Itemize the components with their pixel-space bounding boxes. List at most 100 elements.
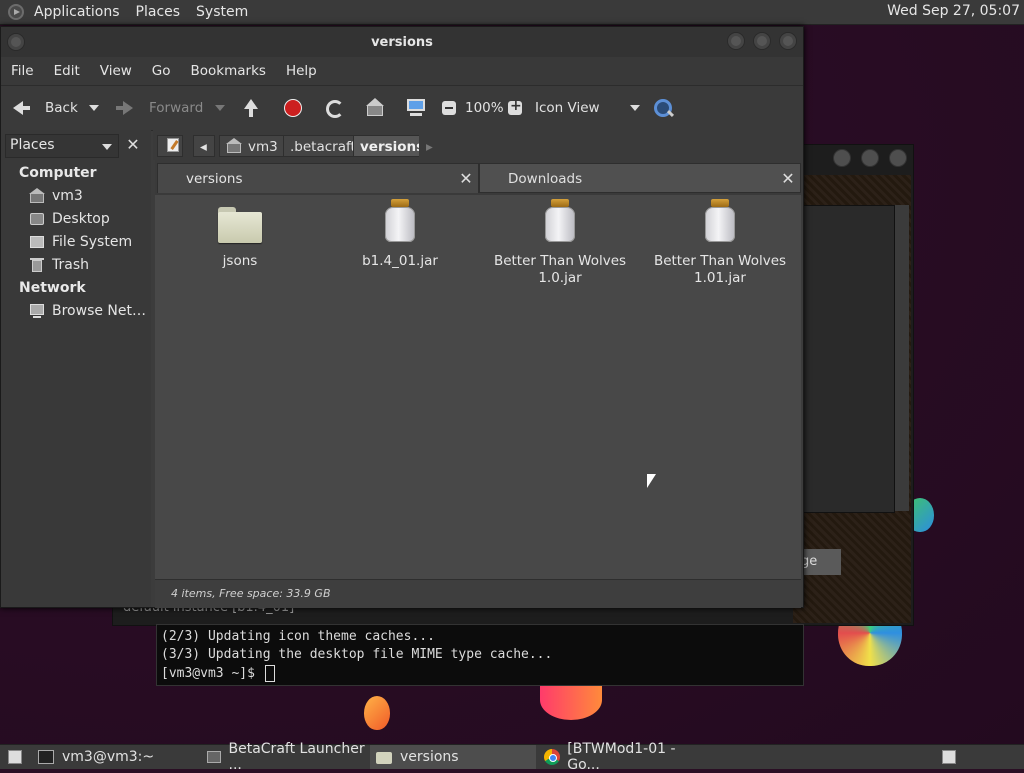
tab-downloads[interactable]: Downloads ✕: [479, 163, 801, 193]
panel-menu-places[interactable]: Places: [128, 4, 189, 20]
back-history-dropdown[interactable]: [89, 86, 99, 130]
workspace-icon: [940, 749, 956, 765]
file-name: b1.4_01.jar: [362, 253, 438, 269]
back-label: Back: [45, 100, 78, 116]
close-button[interactable]: [889, 149, 908, 167]
top-panel: Applications Places System Wed Sep 27, 0…: [0, 0, 1024, 25]
menu-bookmarks[interactable]: Bookmarks: [181, 63, 276, 79]
jar-icon: [704, 199, 736, 243]
sidebar-item-label: File System: [52, 234, 133, 250]
search-button[interactable]: [653, 86, 673, 130]
jar-icon: [544, 199, 576, 243]
sidebar-close-button[interactable]: ✕: [123, 135, 143, 155]
maximize-button[interactable]: [753, 32, 771, 50]
file-name: jsons: [222, 253, 258, 269]
back-button[interactable]: Back: [11, 86, 78, 130]
sidebar-item-label: Trash: [52, 257, 89, 273]
forward-history-dropdown[interactable]: [215, 86, 225, 130]
minimize-button[interactable]: [727, 32, 745, 50]
changelog-scrollbar[interactable]: [895, 205, 909, 511]
view-mode-select[interactable]: Icon View: [535, 86, 640, 130]
sidebar-item-browse-network[interactable]: Browse Net…: [29, 303, 146, 319]
jar-icon: [384, 199, 416, 243]
terminal-prompt[interactable]: [vm3@vm3 ~]$: [161, 665, 275, 682]
file-item-jar[interactable]: Better Than Wolves 1.0.jar: [485, 199, 635, 287]
prompt-text: [vm3@vm3 ~]$: [161, 666, 263, 681]
breadcrumb-vm3[interactable]: vm3: [219, 135, 285, 157]
taskbar-label: versions: [400, 749, 459, 765]
folder-icon: [218, 207, 262, 243]
menu-edit[interactable]: Edit: [44, 63, 90, 79]
stop-button[interactable]: [283, 86, 303, 130]
panel-clock[interactable]: Wed Sep 27, 05:07: [887, 3, 1020, 19]
file-item-jar[interactable]: Better Than Wolves 1.01.jar: [645, 199, 795, 287]
taskbar-label: vm3@vm3:~: [62, 749, 155, 765]
menu-file[interactable]: File: [1, 63, 44, 79]
up-button[interactable]: [241, 86, 261, 130]
file-manager-window: versions File Edit View Go Bookmarks Hel…: [0, 26, 804, 608]
up-arrow-icon: [241, 98, 261, 118]
betacraft-icon: [206, 749, 221, 765]
text-cursor: [264, 665, 275, 682]
status-text: 4 items, Free space: 33.9 GB: [171, 587, 331, 600]
minimize-button[interactable]: [833, 149, 851, 167]
maximize-button[interactable]: [861, 149, 880, 167]
sidebar-item-desktop[interactable]: Desktop: [29, 211, 110, 227]
launcher-button[interactable]: ge: [801, 549, 841, 575]
sidebar-item-vm3[interactable]: vm3: [29, 188, 83, 204]
breadcrumb-label: vm3: [248, 139, 278, 155]
menu-view[interactable]: View: [90, 63, 142, 79]
sidebar-section-computer: Computer: [19, 165, 97, 181]
taskbar-item-chrome[interactable]: [BTWMod1-01 - Go...: [538, 741, 706, 773]
file-item-folder[interactable]: jsons: [165, 207, 315, 270]
zoom-in-button[interactable]: [505, 86, 525, 130]
file-view[interactable]: jsons b1.4_01.jar Better Than Wolves 1.0…: [155, 195, 801, 579]
show-desktop-button[interactable]: [0, 745, 30, 769]
sidebar-item-trash[interactable]: Trash: [29, 257, 89, 273]
distro-logo-icon[interactable]: [8, 4, 24, 20]
workspace-switcher[interactable]: [934, 745, 960, 769]
taskbar-item-terminal[interactable]: vm3@vm3:~: [32, 745, 198, 769]
zoom-out-button[interactable]: [439, 86, 459, 130]
breadcrumb-betacraft[interactable]: .betacraft: [283, 135, 363, 157]
panel-menu-applications[interactable]: Applications: [26, 4, 128, 20]
breadcrumb-scroll-left[interactable]: ◂: [193, 135, 215, 157]
home-button[interactable]: [365, 86, 385, 130]
panel-menu-system[interactable]: System: [188, 4, 256, 20]
taskbar-item-betacraft[interactable]: BetaCraft Launcher ...: [200, 741, 368, 773]
close-button[interactable]: [779, 32, 797, 50]
title-bar[interactable]: versions: [1, 27, 803, 57]
terminal-window[interactable]: (2/3) Updating icon theme caches... (3/3…: [156, 624, 804, 686]
folder-icon: [376, 749, 392, 765]
forward-button[interactable]: Forward: [115, 86, 203, 130]
network-icon: [29, 303, 45, 319]
menu-go[interactable]: Go: [142, 63, 181, 79]
toggle-location-entry-button[interactable]: [157, 135, 183, 157]
menu-bar: File Edit View Go Bookmarks Help: [1, 57, 803, 85]
forward-label: Forward: [149, 100, 204, 116]
terminal-line: (2/3) Updating icon theme caches...: [161, 629, 435, 644]
zoom-level[interactable]: 100%: [465, 86, 504, 130]
balloon-decoration: [540, 680, 602, 720]
chevron-down-icon: [102, 144, 112, 150]
reload-button[interactable]: [324, 86, 344, 130]
forward-arrow-icon: [115, 98, 135, 118]
menu-help[interactable]: Help: [276, 63, 327, 79]
computer-button[interactable]: [406, 86, 426, 130]
tab-close-button[interactable]: ✕: [456, 169, 476, 189]
file-item-jar[interactable]: b1.4_01.jar: [325, 199, 475, 270]
sidebar: Places ✕ Computer vm3 Desktop File Syste…: [1, 130, 151, 607]
tab-label: Downloads: [508, 171, 583, 187]
terminal-line: (3/3) Updating the desktop file MIME typ…: [161, 647, 553, 662]
breadcrumb-scroll-right[interactable]: ▸: [419, 135, 437, 157]
tab-versions[interactable]: versions ✕: [157, 163, 479, 193]
computer-icon: [406, 98, 426, 118]
sidebar-item-filesystem[interactable]: File System: [29, 234, 132, 250]
sidebar-item-label: Desktop: [52, 211, 110, 227]
taskbar-label: BetaCraft Launcher ...: [228, 741, 365, 773]
sidebar-places-select[interactable]: Places: [5, 134, 119, 158]
taskbar-item-versions[interactable]: versions: [370, 745, 536, 769]
chevron-down-icon: [629, 105, 640, 111]
tab-close-button[interactable]: ✕: [778, 169, 798, 189]
window-controls: [827, 149, 908, 171]
